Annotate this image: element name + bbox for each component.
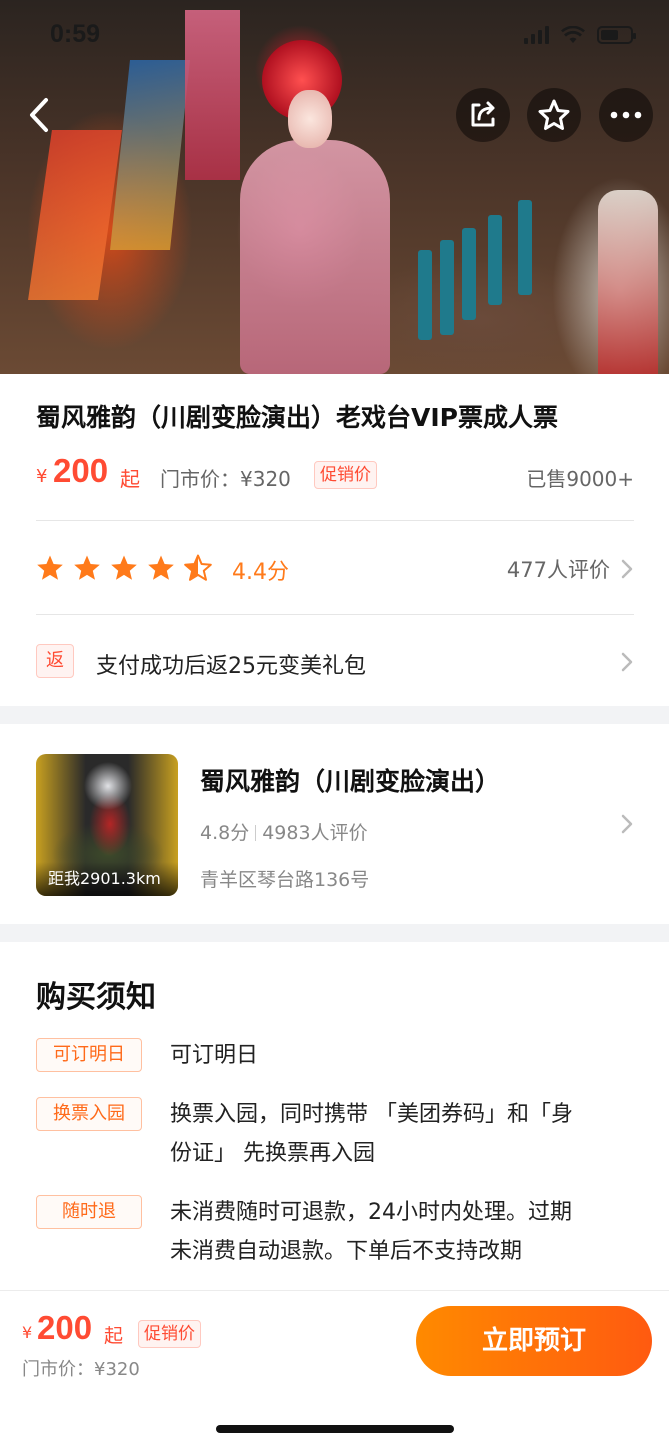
bottom-price-value: 200 [37,1309,93,1346]
venue-address: 青羊区琴台路136号 [200,869,370,891]
more-button[interactable] [599,88,653,142]
bottom-market-price: 门市价：¥320 [22,1359,140,1380]
notice-line: 换票入园，同时携带 「美团券码」和「身 [170,1102,573,1127]
bottom-price-currency: ¥ [22,1323,33,1342]
cellular-signal-icon [524,26,549,44]
rating-score: 4.4分 [232,560,289,585]
star-full-icon [37,555,63,580]
venue-card[interactable]: 距我2901.3km 蜀风雅韵（川剧变脸演出） 4.8分 4983人评价 青羊区琴… [0,724,669,924]
status-icons [524,26,636,44]
divider [36,520,634,521]
flag-decoration [28,130,122,300]
tassel-decoration [518,200,532,295]
share-icon [471,101,495,127]
notice-tag: 随时退 [36,1195,142,1229]
bottom-price-suffix: 起 [104,1325,124,1347]
notice-item: 随时退 未消费随时可退款，24小时内处理。过期 未消费自动退款。下单后不支持改期 [36,1195,634,1275]
battery-icon [597,26,636,44]
bottom-promo-badge: 促销价 [138,1320,201,1348]
rebate-text: 支付成功后返25元变美礼包 [96,654,366,679]
status-time: 0:59 [50,20,101,48]
star-full-icon [148,555,174,580]
chevron-right-icon [621,559,633,579]
star-rating [36,554,212,582]
chevron-right-icon [621,814,633,834]
price-row: ¥ 200 起 门市价：¥320 促销价 已售9000+ [36,452,634,496]
price-currency: ¥ [36,466,48,487]
performer-figure [598,190,658,374]
notice-line: 份证」 先换票再入园 [170,1141,375,1166]
notice-item: 可订明日 可订明日 [36,1038,634,1078]
section-gap [0,924,669,942]
notice-line: 可订明日 [170,1043,259,1068]
venue-thumbnail: 距我2901.3km [36,754,178,896]
star-icon [538,99,570,130]
venue-meta: 4.8分 4983人评价 [200,818,368,845]
product-title: 蜀风雅韵（川剧变脸演出）老戏台VIP票成人票 [36,403,558,432]
back-button[interactable] [12,88,66,142]
price-suffix: 起 [120,467,140,491]
notice-text: 可订明日 [170,1036,640,1075]
back-icon [30,98,48,132]
rebate-tag: 返 [36,644,74,678]
tassel-decoration [440,240,454,335]
venue-distance: 距我2901.3km [36,862,178,896]
section-gap [0,706,669,724]
status-bar: 0:59 [0,0,669,70]
performer-face [288,90,332,148]
market-price: 门市价：¥320 [160,467,291,491]
star-full-icon [74,555,100,580]
meta-separator [255,825,257,841]
divider [36,614,634,615]
book-now-button[interactable]: 立即预订 [416,1306,652,1376]
notice-line: 未消费自动退款。下单后不支持改期 [170,1239,523,1264]
venue-name: 蜀风雅韵（川剧变脸演出） [200,767,501,796]
notice-tag: 可订明日 [36,1038,142,1072]
flag-decoration [110,60,190,250]
tassel-decoration [488,215,502,305]
promo-badge: 促销价 [314,461,377,489]
star-full-icon [111,555,137,580]
share-button[interactable] [456,88,510,142]
price-value: 200 [53,452,109,489]
favorite-button[interactable] [527,88,581,142]
notice-text: 未消费随时可退款，24小时内处理。过期 未消费自动退款。下单后不支持改期 [170,1193,640,1271]
notice-tag: 换票入园 [36,1097,142,1131]
tassel-decoration [418,250,432,340]
venue-score: 4.8分 [200,822,250,844]
star-half-icon [184,554,212,581]
rebate-row[interactable]: 返 支付成功后返25元变美礼包 [36,642,634,682]
notice-text: 换票入园，同时携带 「美团券码」和「身 份证」 先换票再入园 [170,1095,640,1173]
rating-row[interactable]: 4.4分 477人评价 [36,548,634,588]
more-icon [610,111,642,119]
review-count: 477人评价 [506,558,610,582]
performer-figure [240,140,390,374]
notice-title: 购买须知 [36,980,156,1015]
wifi-icon [561,26,585,43]
notice-line: 未消费随时可退款，24小时内处理。过期 [170,1200,572,1225]
home-indicator [216,1425,454,1433]
hero-image: 0:59 [0,0,669,374]
notice-item: 换票入园 换票入园，同时携带 「美团券码」和「身 份证」 先换票再入园 [36,1097,634,1177]
venue-reviews: 4983人评价 [262,822,368,844]
tassel-decoration [462,228,476,320]
sold-count: 已售9000+ [526,467,634,491]
chevron-right-icon [621,652,633,672]
